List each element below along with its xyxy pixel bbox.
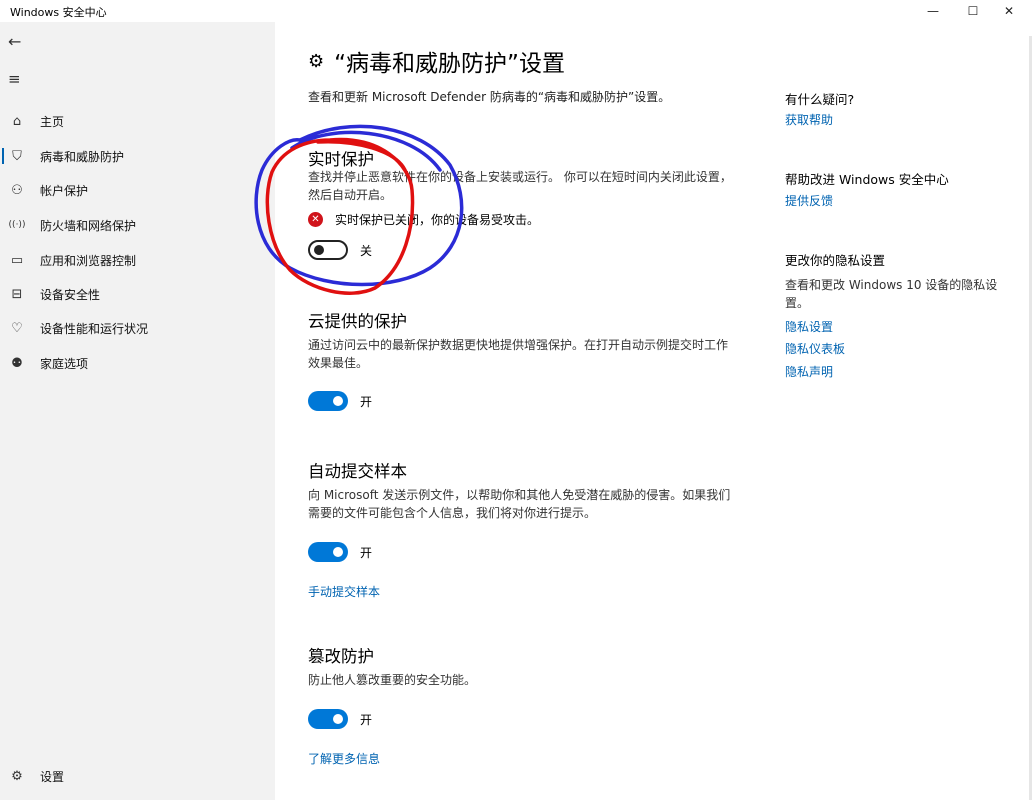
sample-description: 向 Microsoft 发送示例文件，以帮助你和其他人免受潜在威胁的侵害。如果我… <box>308 488 731 520</box>
realtime-title: 实时保护 <box>308 150 374 169</box>
privacy-dashboard-link[interactable]: 隐私仪表板 <box>785 340 845 357</box>
heart-pulse-icon: ♡ <box>11 320 23 336</box>
tamper-description: 防止他人篡改重要的安全功能。 <box>308 673 477 687</box>
page-title-text: “病毒和威胁防护”设置 <box>334 51 565 77</box>
shield-icon: ⛉ <box>12 148 22 164</box>
tamper-title: 篡改防护 <box>308 647 374 666</box>
sidebar-item-app-browser-control[interactable]: ▭ 应用和浏览器控制 <box>0 246 275 274</box>
sidebar-item-label: 病毒和威胁防护 <box>40 149 125 164</box>
realtime-warning: ✕ 实时保护已关闭，你的设备易受攻击。 <box>308 211 539 228</box>
sample-toggle-label: 开 <box>360 545 373 560</box>
home-icon: ⌂ <box>12 113 22 129</box>
close-icon: ✕ <box>1003 4 1015 18</box>
sample-title: 自动提交样本 <box>308 462 407 481</box>
cloud-toggle[interactable] <box>308 391 348 411</box>
browser-window-icon: ▭ <box>10 252 24 268</box>
privacy-description: 查看和更改 Windows 10 设备的隐私设置。 <box>785 278 998 310</box>
toggle-knob <box>333 714 343 724</box>
sidebar-item-settings[interactable]: ⚙ 设置 <box>0 762 275 790</box>
improve-heading: 帮助改进 Windows 安全中心 <box>785 172 949 187</box>
tamper-toggle[interactable] <box>308 709 348 729</box>
tamper-toggle-label: 开 <box>360 712 373 727</box>
sidebar-item-account-protection[interactable]: ⚇ 帐户保护 <box>0 176 275 204</box>
family-icon: ⚉ <box>11 355 23 371</box>
sidebar: ← ≡ ⌂ 主页 ⛉ 病毒和威胁防护 ⚇ 帐户保护 ((·)) 防火墙和网络保护… <box>0 22 275 800</box>
back-button[interactable]: ← <box>8 32 28 52</box>
sidebar-item-label: 主页 <box>40 114 65 129</box>
maximize-icon: ☐ <box>967 4 979 18</box>
cloud-toggle-label: 开 <box>360 394 373 409</box>
sidebar-item-home[interactable]: ⌂ 主页 <box>0 107 275 135</box>
toggle-knob <box>333 547 343 557</box>
sidebar-item-firewall[interactable]: ((·)) 防火墙和网络保护 <box>0 211 275 239</box>
toggle-knob <box>333 396 343 406</box>
sample-toggle-row: 开 <box>308 542 372 562</box>
learn-more-link[interactable]: 了解更多信息 <box>308 750 380 767</box>
page-description: 查看和更新 Microsoft Defender 防病毒的“病毒和威胁防护”设置… <box>308 90 671 104</box>
hamburger-menu-button[interactable]: ≡ <box>8 69 28 89</box>
realtime-toggle-row: 关 <box>308 240 372 260</box>
cloud-toggle-row: 开 <box>308 391 372 411</box>
minimize-icon: — <box>927 4 939 18</box>
realtime-toggle-label: 关 <box>360 243 373 258</box>
sidebar-item-label: 应用和浏览器控制 <box>40 253 137 268</box>
hamburger-icon: ≡ <box>8 70 21 88</box>
laptop-icon: ⊟ <box>11 286 23 302</box>
title-bar: Windows 安全中心 — ☐ ✕ <box>0 0 1032 22</box>
sidebar-item-label: 设备安全性 <box>40 287 101 302</box>
submit-sample-manually-link[interactable]: 手动提交样本 <box>308 583 380 600</box>
back-arrow-icon: ← <box>8 32 22 51</box>
get-help-link[interactable]: 获取帮助 <box>785 111 833 128</box>
person-icon: ⚇ <box>11 182 23 198</box>
close-button[interactable]: ✕ <box>986 0 1032 22</box>
cloud-title: 云提供的保护 <box>308 312 407 331</box>
sidebar-item-label: 设置 <box>40 769 65 784</box>
realtime-toggle[interactable] <box>308 240 348 260</box>
privacy-statement-link[interactable]: 隐私声明 <box>785 363 833 380</box>
cloud-description: 通过访问云中的最新保护数据更快地提供增强保护。在打开自动示例提交时工作效果最佳。 <box>308 338 729 370</box>
wifi-icon: ((·)) <box>8 220 26 230</box>
sidebar-item-label: 家庭选项 <box>40 356 89 371</box>
sidebar-item-virus-protection[interactable]: ⛉ 病毒和威胁防护 <box>0 142 275 170</box>
give-feedback-link[interactable]: 提供反馈 <box>785 192 833 209</box>
gear-icon: ⚙ <box>11 768 23 784</box>
sidebar-item-device-security[interactable]: ⊟ 设备安全性 <box>0 280 275 308</box>
sidebar-item-label: 防火墙和网络保护 <box>40 218 137 233</box>
sidebar-item-device-performance[interactable]: ♡ 设备性能和运行状况 <box>0 314 275 342</box>
privacy-heading: 更改你的隐私设置 <box>785 253 886 268</box>
sample-toggle[interactable] <box>308 542 348 562</box>
settings-gears-icon: ⚙ <box>308 50 325 72</box>
window-title: Windows 安全中心 <box>10 6 107 19</box>
sidebar-item-label: 帐户保护 <box>40 183 89 198</box>
toggle-knob <box>314 245 324 255</box>
error-icon: ✕ <box>308 212 323 227</box>
tamper-toggle-row: 开 <box>308 709 372 729</box>
questions-heading: 有什么疑问? <box>785 92 855 107</box>
realtime-description: 查找并停止恶意软件在你的设备上安装或运行。 你可以在短时间内关闭此设置，然后自动… <box>308 170 732 202</box>
sidebar-item-family-options[interactable]: ⚉ 家庭选项 <box>0 349 275 377</box>
sidebar-item-label: 设备性能和运行状况 <box>40 321 149 336</box>
realtime-warning-text: 实时保护已关闭，你的设备易受攻击。 <box>335 213 540 227</box>
page-title: ⚙ “病毒和威胁防护”设置 <box>308 44 565 78</box>
privacy-settings-link[interactable]: 隐私设置 <box>785 318 833 335</box>
